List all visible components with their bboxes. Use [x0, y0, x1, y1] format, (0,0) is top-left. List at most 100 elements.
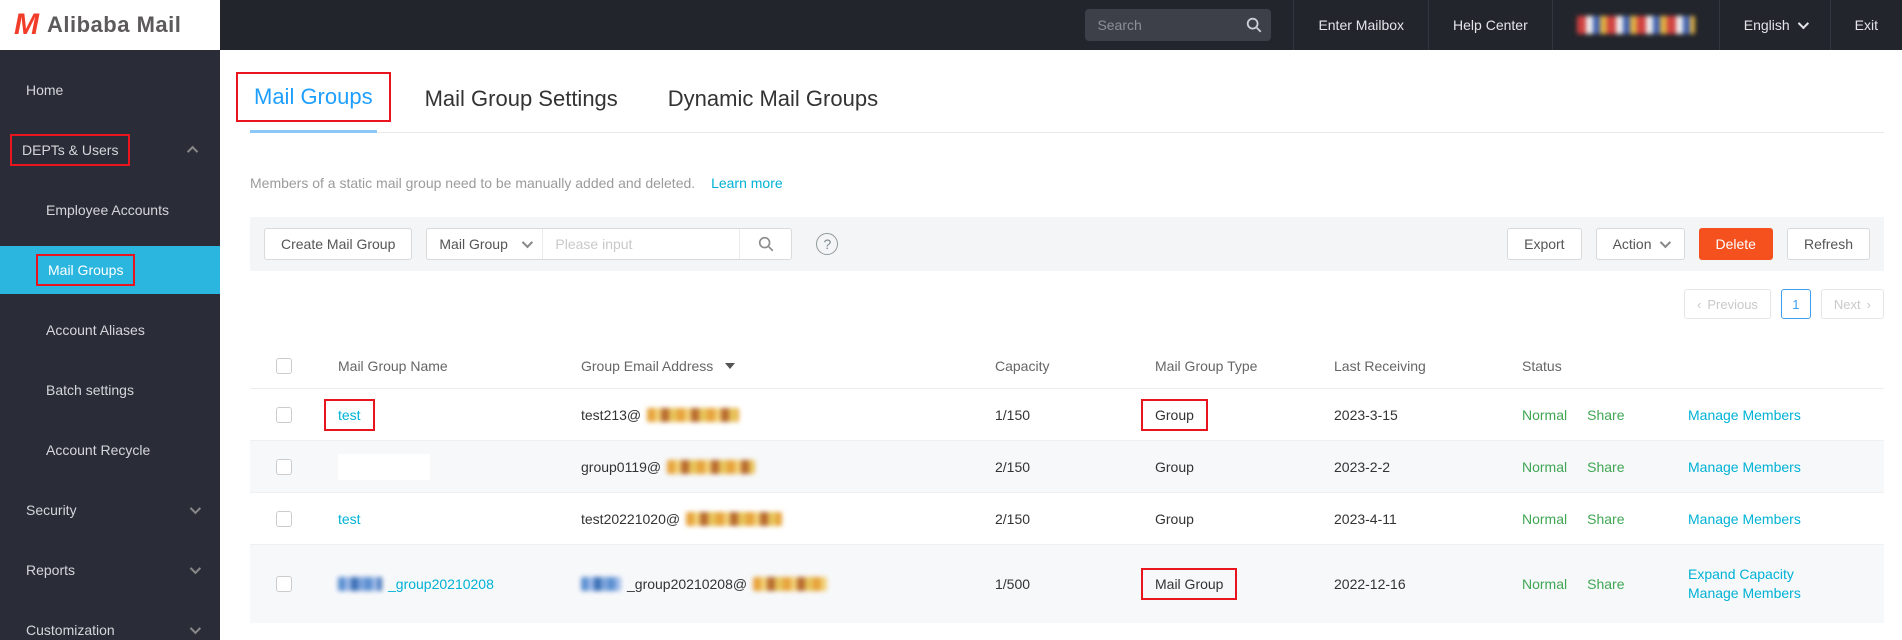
chevron-down-icon — [1659, 236, 1671, 249]
pagination: ‹ Previous 1 Next › — [250, 289, 1884, 319]
button-label: Previous — [1707, 296, 1758, 312]
sidebar-item-label: Account Aliases — [46, 322, 145, 338]
previous-page-button[interactable]: ‹ Previous — [1684, 289, 1771, 319]
column-header-last-receiving: Last Receiving — [1334, 357, 1426, 374]
share-link[interactable]: Share — [1587, 459, 1624, 475]
sidebar-item-label: Mail Groups — [48, 262, 124, 278]
search-type-select[interactable]: Mail Group — [427, 229, 544, 259]
help-icon[interactable]: ? — [816, 233, 839, 255]
sidebar-item-depts-users[interactable]: DEPTs & Users — [0, 120, 220, 180]
toolbar-right: Export Action Delete Refresh — [1507, 228, 1870, 260]
table-row: _group20210208 _group20210208@ 1/500 Mai… — [250, 545, 1884, 623]
sidebar-item-employee-accounts[interactable]: Employee Accounts — [0, 180, 220, 240]
manage-members-link[interactable]: Manage Members — [1688, 459, 1801, 475]
group-name-link[interactable]: test — [338, 407, 361, 423]
manage-members-link[interactable]: Manage Members — [1688, 407, 1801, 423]
sort-caret-icon[interactable] — [725, 362, 736, 369]
create-mail-group-button[interactable]: Create Mail Group — [264, 228, 413, 260]
chevron-left-icon: ‹ — [1697, 296, 1702, 312]
sidebar-item-label: Customization — [26, 622, 115, 638]
annotation-box: Mail Groups — [36, 254, 136, 286]
search-icon[interactable] — [1245, 16, 1263, 34]
tab-mail-group-settings[interactable]: Mail Group Settings — [423, 86, 620, 132]
group-type: Group — [1155, 458, 1194, 475]
button-label: Refresh — [1803, 236, 1853, 252]
share-link[interactable]: Share — [1587, 511, 1624, 527]
sidebar-item-account-recycle[interactable]: Account Recycle — [0, 420, 220, 480]
chevron-up-icon[interactable] — [186, 145, 199, 158]
delete-button[interactable]: Delete — [1698, 228, 1773, 260]
group-email: group0119@ — [581, 459, 995, 475]
capacity: 2/150 — [995, 458, 1031, 475]
status-cell: Normal Share — [1522, 459, 1688, 475]
description: Members of a static mail group need to b… — [250, 175, 1884, 191]
sidebar-item-customization[interactable]: Customization — [0, 600, 220, 640]
sidebar-item-label: Security — [26, 502, 77, 518]
sidebar-item-batch-settings[interactable]: Batch settings — [0, 360, 220, 420]
chevron-down-icon — [522, 236, 534, 249]
sidebar-item-reports[interactable]: Reports — [0, 540, 220, 600]
redacted-group-name — [338, 453, 430, 480]
action-button[interactable]: Action — [1595, 228, 1685, 260]
expand-capacity-link[interactable]: Expand Capacity — [1688, 565, 1801, 584]
redacted-email-domain — [753, 577, 828, 591]
chevron-down-icon — [1797, 17, 1809, 30]
sidebar-item-label: Home — [26, 82, 64, 98]
learn-more-link[interactable]: Learn more — [711, 175, 783, 191]
manage-members-link[interactable]: Manage Members — [1688, 584, 1801, 603]
group-name-link[interactable]: test — [338, 511, 361, 527]
column-header-email: Group Email Address — [581, 358, 995, 374]
manage-members-link[interactable]: Manage Members — [1688, 511, 1801, 527]
chevron-down-icon[interactable] — [189, 562, 202, 575]
share-link[interactable]: Share — [1587, 407, 1624, 423]
sidebar-item-label: Account Recycle — [46, 442, 151, 458]
row-checkbox[interactable] — [276, 576, 292, 592]
annotation-box: Mail Groups — [236, 72, 391, 122]
row-checkbox[interactable] — [276, 406, 292, 423]
tab-mail-groups[interactable]: Mail Groups — [236, 72, 391, 133]
tab-bar: Mail Groups Mail Group Settings Dynamic … — [236, 72, 1884, 133]
sidebar: Home DEPTs & Users Employee Accounts Mai… — [0, 50, 220, 640]
sidebar-item-mail-groups[interactable]: Mail Groups — [0, 246, 220, 294]
column-header-name: Mail Group Name — [338, 357, 448, 374]
next-page-button[interactable]: Next › — [1820, 289, 1884, 319]
sidebar-item-security[interactable]: Security — [0, 480, 220, 540]
enter-mailbox-link[interactable]: Enter Mailbox — [1293, 0, 1428, 50]
button-label: Delete — [1715, 236, 1756, 252]
capacity: 1/150 — [995, 406, 1031, 423]
group-name-link[interactable]: _group20210208 — [388, 576, 494, 592]
column-header-capacity: Capacity — [995, 357, 1050, 374]
status-normal: Normal — [1522, 576, 1568, 592]
annotation-box: Group — [1141, 398, 1208, 431]
chevron-down-icon[interactable] — [189, 502, 202, 515]
email-prefix: group0119@ — [581, 458, 662, 475]
refresh-button[interactable]: Refresh — [1786, 228, 1870, 260]
status-cell: Normal Share — [1522, 511, 1688, 527]
exit-link[interactable]: Exit — [1829, 0, 1902, 50]
sidebar-item-home[interactable]: Home — [0, 60, 220, 120]
description-text: Members of a static mail group need to b… — [250, 175, 696, 191]
search-icon — [758, 236, 774, 252]
help-center-link[interactable]: Help Center — [1428, 0, 1552, 50]
top-search-input[interactable] — [1097, 17, 1246, 33]
export-button[interactable]: Export — [1507, 228, 1582, 260]
button-label: Export — [1524, 236, 1565, 252]
sidebar-item-account-aliases[interactable]: Account Aliases — [0, 300, 220, 360]
share-link[interactable]: Share — [1587, 576, 1624, 592]
table-row: test test213@ 1/150 Group 2023-3-15 Norm… — [250, 389, 1884, 441]
account-menu[interactable] — [1551, 0, 1719, 50]
button-label: Create Mail Group — [281, 236, 396, 252]
annotation-box: test — [324, 398, 375, 431]
row-checkbox[interactable] — [276, 458, 292, 475]
language-select[interactable]: English — [1718, 0, 1830, 50]
tab-label: Dynamic Mail Groups — [667, 86, 879, 111]
page-number-1[interactable]: 1 — [1780, 289, 1811, 319]
row-checkbox[interactable] — [276, 510, 292, 527]
search-button[interactable] — [739, 229, 791, 259]
tab-dynamic-mail-groups[interactable]: Dynamic Mail Groups — [666, 86, 880, 132]
redacted-email-domain — [667, 459, 756, 474]
chevron-down-icon[interactable] — [189, 622, 202, 635]
search-input[interactable] — [543, 229, 740, 259]
header-checkbox[interactable] — [276, 357, 292, 374]
redacted-email-domain — [686, 511, 783, 526]
